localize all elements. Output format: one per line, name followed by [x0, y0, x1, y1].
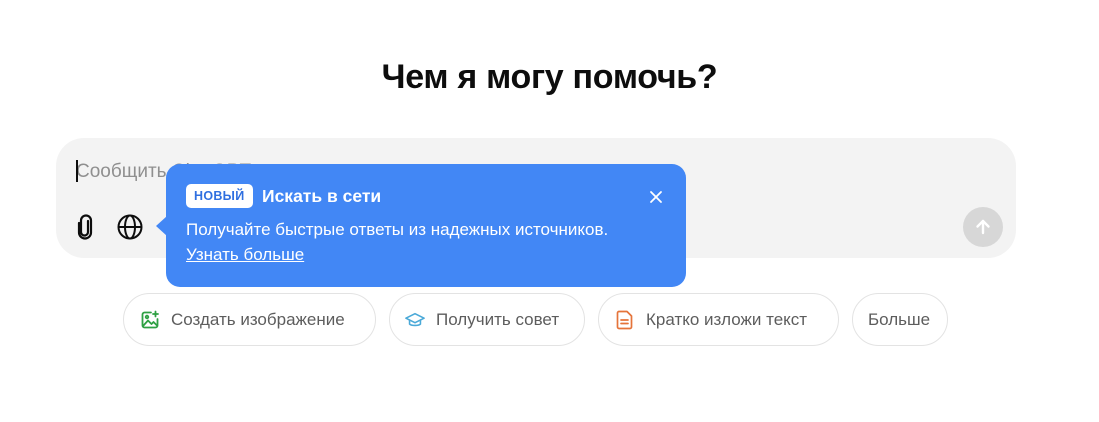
popover-arrow	[156, 216, 167, 236]
search-web-popover: НОВЫЙ Искать в сети Получайте быстрые от…	[156, 164, 686, 287]
popover-description: Получайте быстрые ответы из надежных ист…	[186, 220, 609, 239]
suggestion-create-image[interactable]: Создать изображение	[123, 293, 376, 346]
close-icon	[650, 191, 662, 203]
suggestion-label: Кратко изложи текст	[646, 309, 808, 329]
send-button[interactable]	[963, 207, 1003, 247]
suggestion-label: Больше	[868, 309, 931, 329]
suggestion-get-advice[interactable]: Получить совет	[389, 293, 585, 346]
globe-icon	[117, 214, 143, 240]
attach-button[interactable]	[68, 210, 102, 244]
page-title: Чем я могу помочь?	[381, 58, 718, 96]
document-icon	[615, 310, 635, 330]
graduation-cap-icon	[405, 310, 425, 330]
suggestion-summarize-text[interactable]: Кратко изложи текст	[598, 293, 839, 346]
suggestion-more[interactable]: Больше	[852, 293, 948, 346]
new-badge: НОВЫЙ	[186, 184, 253, 208]
learn-more-link[interactable]: Узнать больше	[186, 245, 304, 265]
text-caret	[76, 160, 78, 182]
image-icon	[140, 310, 160, 330]
suggestion-label: Создать изображение	[171, 309, 345, 329]
popover-close-button[interactable]	[646, 187, 666, 207]
paperclip-icon	[77, 214, 93, 240]
search-web-button[interactable]	[113, 210, 147, 244]
arrow-up-icon	[976, 219, 990, 235]
suggestion-label: Получить совет	[436, 309, 560, 329]
popover-title: Искать в сети	[262, 186, 382, 206]
